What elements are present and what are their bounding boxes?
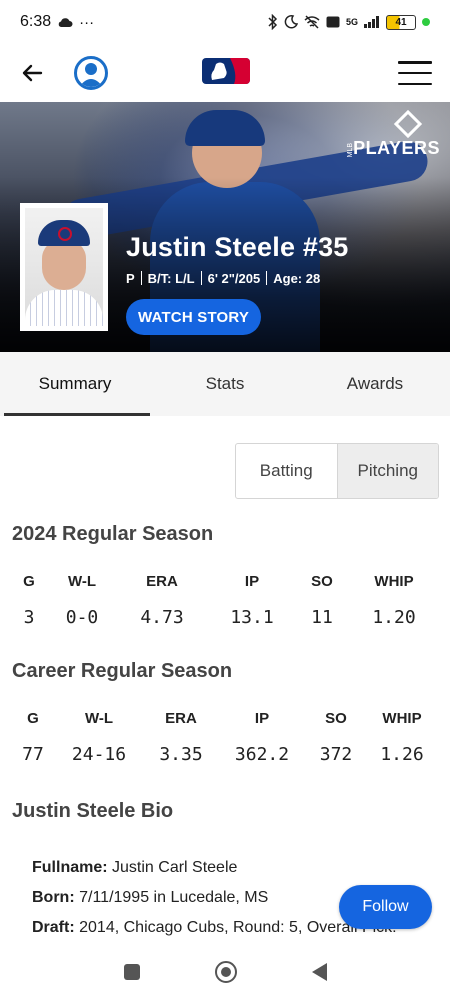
menu-bar (398, 61, 432, 64)
bio-draft-label: Draft: (32, 919, 75, 936)
season-header-ip: IP (244, 573, 260, 590)
watch-story-button[interactable]: WATCH STORY (126, 299, 262, 335)
player-hero: MLB PLAYERS Justin Steele #35 P B/T: L/L… (0, 102, 450, 352)
player-bats-throws: B/T: L/L (147, 271, 195, 286)
season-stats-title: 2024 Regular Season (12, 523, 214, 545)
wifi-off-icon (304, 15, 320, 29)
system-back-button[interactable] (311, 963, 327, 981)
season-value-wl: 0-0 (65, 607, 99, 628)
signal-icon (364, 16, 379, 28)
career-value-whip: 1.26 (380, 744, 424, 765)
career-header-era: ERA (165, 710, 197, 727)
player-age: Age: 28 (273, 271, 321, 286)
volte-icon (326, 16, 340, 28)
status-bar: 6:38 ··· 5G 41 (0, 0, 450, 44)
meta-divider (200, 271, 202, 285)
players-logo-small: MLB (347, 142, 355, 157)
back-button[interactable] (18, 59, 46, 87)
account-avatar[interactable] (74, 56, 108, 90)
season-value-whip: 1.20 (372, 607, 416, 628)
pitching-toggle-button[interactable]: Pitching (336, 444, 438, 498)
status-time: 6:38 (20, 13, 52, 30)
mlb-logo-icon (202, 58, 250, 84)
player-tabs: Summary Stats Awards (0, 352, 450, 416)
follow-button[interactable]: Follow (339, 885, 432, 929)
meta-divider (266, 271, 268, 285)
bio-title: Justin Steele Bio (12, 800, 174, 822)
bluetooth-icon (268, 14, 278, 30)
season-header-whip: WHIP (374, 573, 414, 590)
notification-dots: ··· (79, 13, 95, 31)
user-icon (79, 63, 103, 87)
career-stats-table: G W-L ERA IP SO WHIP 77 24-16 3.35 362.2… (0, 710, 450, 770)
diamond-icon (393, 109, 423, 139)
menu-bar (398, 71, 432, 75)
player-height-weight: 6' 2"/205 (207, 271, 261, 286)
player-headshot (20, 203, 108, 331)
career-value-ip: 362.2 (234, 744, 290, 765)
career-header-whip: WHIP (382, 710, 422, 727)
cloud-icon (58, 17, 73, 27)
top-nav (0, 44, 450, 102)
bio-born-label: Born: (32, 889, 75, 906)
career-value-so: 372 (319, 744, 353, 765)
bio-fullname-row: Fullname: Justin Carl Steele (32, 853, 442, 883)
headshot-jersey (25, 290, 103, 326)
batting-pitching-toggle: Batting Pitching (235, 443, 439, 499)
arrow-left-icon (22, 64, 43, 82)
bio-fullname-label: Fullname: (32, 859, 108, 876)
mlb-logo[interactable] (202, 58, 250, 89)
season-value-so: 11 (311, 607, 333, 628)
season-header-so: SO (311, 573, 333, 590)
menu-bar (398, 82, 432, 85)
menu-button[interactable] (398, 61, 432, 85)
career-stats-title: Career Regular Season (12, 660, 233, 682)
player-name: Justin Steele #35 (126, 232, 349, 262)
battery-indicator: 41 (386, 14, 416, 30)
headshot-face (42, 240, 86, 290)
network-label: 5G (345, 17, 358, 27)
mlb-players-logo: MLB PLAYERS (347, 109, 440, 159)
player-position: P (126, 271, 135, 286)
tab-awards[interactable]: Awards (300, 352, 450, 416)
home-button[interactable] (214, 961, 237, 983)
bio-fullname-value: Justin Carl Steele (112, 859, 238, 876)
tab-stats[interactable]: Stats (150, 352, 300, 416)
career-value-era: 3.35 (159, 744, 203, 765)
player-meta: P B/T: L/L 6' 2"/205 Age: 28 (126, 271, 320, 286)
career-header-wl: W-L (84, 710, 114, 727)
career-header-g: G (27, 710, 39, 727)
bio-born-value: 7/11/1995 in Lucedale, MS (79, 889, 269, 906)
career-value-wl: 24-16 (71, 744, 127, 765)
batting-toggle-button[interactable]: Batting (236, 444, 337, 498)
season-header-era: ERA (146, 573, 178, 590)
players-logo-text: PLAYERS (353, 138, 440, 158)
headshot-cap (38, 220, 90, 246)
season-header-wl: W-L (67, 573, 97, 590)
moon-icon (284, 15, 298, 29)
season-value-ip: 13.1 (230, 607, 274, 628)
meta-divider (140, 271, 142, 285)
career-value-g: 77 (22, 744, 44, 765)
system-nav-bar (0, 944, 450, 1000)
season-value-era: 4.73 (140, 607, 184, 628)
privacy-dot-icon (422, 18, 430, 26)
season-stats-table: G W-L ERA IP SO WHIP 3 0-0 4.73 13.1 11 … (0, 573, 450, 633)
career-header-so: SO (325, 710, 347, 727)
tab-summary[interactable]: Summary (0, 352, 150, 416)
career-header-ip: IP (254, 710, 270, 727)
recents-button[interactable] (123, 964, 140, 980)
season-header-g: G (23, 573, 35, 590)
season-value-g: 3 (23, 607, 35, 628)
